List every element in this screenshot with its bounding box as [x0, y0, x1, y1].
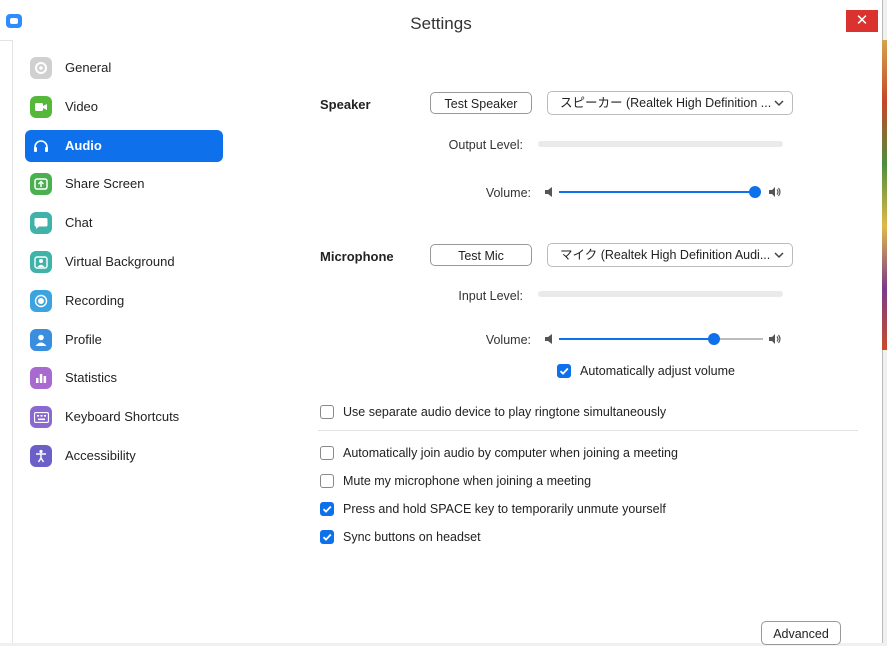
advanced-button[interactable]: Advanced — [761, 621, 841, 645]
headphones-icon — [30, 135, 52, 157]
checkmark-icon — [322, 533, 332, 541]
sidebar-item-profile[interactable]: Profile — [25, 324, 223, 356]
separate-device-label: Use separate audio device to play ringto… — [343, 405, 667, 419]
sidebar-item-label: General — [65, 60, 112, 75]
profile-icon — [30, 328, 52, 351]
auto-join-audio-option[interactable]: Automatically join audio by computer whe… — [320, 446, 750, 464]
sidebar-item-label: Statistics — [65, 370, 118, 386]
sidebar-item-accessibility[interactable]: Accessibility — [25, 440, 223, 472]
volume-high-icon — [769, 187, 781, 197]
speaker-label: Speaker — [320, 97, 371, 112]
sidebar-item-label: Audio — [65, 137, 102, 153]
sidebar-item-label: Keyboard Shortcuts — [65, 409, 180, 425]
section-divider — [318, 430, 858, 431]
volume-low-icon — [545, 187, 552, 197]
chat-bubble-icon — [30, 212, 52, 235]
sidebar-item-label: Video — [65, 98, 99, 114]
space-unmute-option[interactable]: Press and hold SPACE key to temporarily … — [320, 502, 750, 520]
sync-headset-label: Sync buttons on headset — [343, 530, 481, 544]
input-level-meter — [538, 291, 783, 297]
volume-low-icon — [545, 334, 552, 344]
audio-settings-panel: Speaker Test Speaker スピーカー (Realtek High… — [251, 40, 882, 645]
mute-on-join-checkbox[interactable] — [320, 474, 334, 488]
chevron-down-icon — [774, 252, 784, 259]
sidebar-item-label: Recording — [65, 292, 125, 308]
space-unmute-checkbox[interactable] — [320, 502, 334, 516]
share-screen-icon — [30, 173, 52, 196]
sidebar-item-video[interactable]: Video — [25, 91, 223, 123]
separate-device-option[interactable]: Use separate audio device to play ringto… — [320, 405, 740, 423]
checkmark-icon — [322, 505, 332, 513]
microphone-volume-slider[interactable] — [559, 333, 763, 345]
sidebar-item-share-screen[interactable]: Share Screen — [25, 168, 223, 200]
settings-sidebar: General Video Audio Share Screen Chat Virtual… — [12, 40, 252, 643]
settings-window: Settings ✕ General Video Audio Share Screen… — [0, 0, 887, 645]
sidebar-item-chat[interactable]: Chat — [25, 207, 223, 239]
sync-headset-checkbox[interactable] — [320, 530, 334, 544]
volume-high-icon — [769, 334, 781, 344]
chevron-down-icon — [774, 100, 784, 107]
speaker-volume-label: Volume: — [485, 186, 531, 200]
auto-adjust-volume-checkbox[interactable] — [557, 364, 571, 378]
sidebar-item-statistics[interactable]: Statistics — [25, 362, 223, 394]
gear-icon — [30, 57, 52, 79]
sidebar-item-label: Virtual Background — [65, 254, 175, 269]
test-mic-button[interactable]: Test Mic — [430, 244, 532, 266]
speaker-device-select[interactable]: スピーカー (Realtek High Definition ... — [547, 91, 793, 115]
recording-icon — [30, 289, 52, 312]
auto-join-audio-checkbox[interactable] — [320, 446, 334, 460]
sidebar-item-keyboard-shortcuts[interactable]: Keyboard Shortcuts — [25, 401, 223, 433]
input-level-label: Input Level: — [458, 289, 523, 303]
title-bar: Settings ✕ — [0, 0, 882, 41]
microphone-volume-fill — [559, 338, 715, 340]
output-level-label: Output Level: — [448, 138, 523, 152]
test-speaker-button[interactable]: Test Speaker — [430, 92, 532, 114]
speaker-volume-fill — [559, 191, 755, 193]
close-button[interactable]: ✕ — [846, 10, 878, 32]
sidebar-item-recording[interactable]: Recording — [25, 285, 223, 317]
video-camera-icon — [30, 95, 52, 118]
window-title: Settings — [410, 14, 472, 33]
keyboard-icon — [30, 406, 52, 429]
microphone-volume-label: Volume: — [485, 333, 531, 347]
background-window-edge — [882, 40, 887, 350]
speaker-volume-slider[interactable] — [559, 186, 761, 198]
mute-on-join-label: Mute my microphone when joining a meetin… — [343, 474, 592, 488]
auto-join-audio-label: Automatically join audio by computer whe… — [343, 446, 678, 460]
microphone-volume-thumb[interactable] — [708, 333, 721, 345]
sidebar-item-general[interactable]: General — [25, 52, 223, 84]
speaker-volume-thumb[interactable] — [749, 186, 761, 198]
sync-headset-option[interactable]: Sync buttons on headset — [320, 530, 750, 548]
sidebar-item-label: Accessibility — [65, 448, 136, 463]
microphone-device-value: マイク (Realtek High Definition Audi... — [560, 248, 771, 262]
statistics-icon — [30, 367, 52, 390]
sidebar-item-label: Profile — [65, 331, 102, 347]
sidebar-item-audio[interactable]: Audio — [25, 129, 223, 162]
sidebar-item-label: Share Screen — [65, 176, 145, 192]
microphone-device-select[interactable]: マイク (Realtek High Definition Audi... — [547, 243, 793, 267]
accessibility-icon — [30, 445, 52, 467]
separate-device-checkbox[interactable] — [320, 405, 334, 419]
sidebar-item-virtual-background[interactable]: Virtual Background — [25, 246, 223, 278]
auto-adjust-volume-label: Automatically adjust volume — [580, 364, 735, 378]
microphone-label: Microphone — [320, 249, 394, 264]
auto-adjust-volume-option[interactable]: Automatically adjust volume — [557, 364, 817, 382]
mute-on-join-option[interactable]: Mute my microphone when joining a meetin… — [320, 474, 750, 492]
sidebar-item-label: Chat — [65, 215, 93, 231]
space-unmute-label: Press and hold SPACE key to temporarily … — [343, 502, 666, 516]
virtual-background-icon — [30, 251, 52, 273]
checkmark-icon — [559, 367, 569, 375]
speaker-device-value: スピーカー (Realtek High Definition ... — [560, 96, 772, 110]
output-level-meter — [538, 141, 783, 147]
